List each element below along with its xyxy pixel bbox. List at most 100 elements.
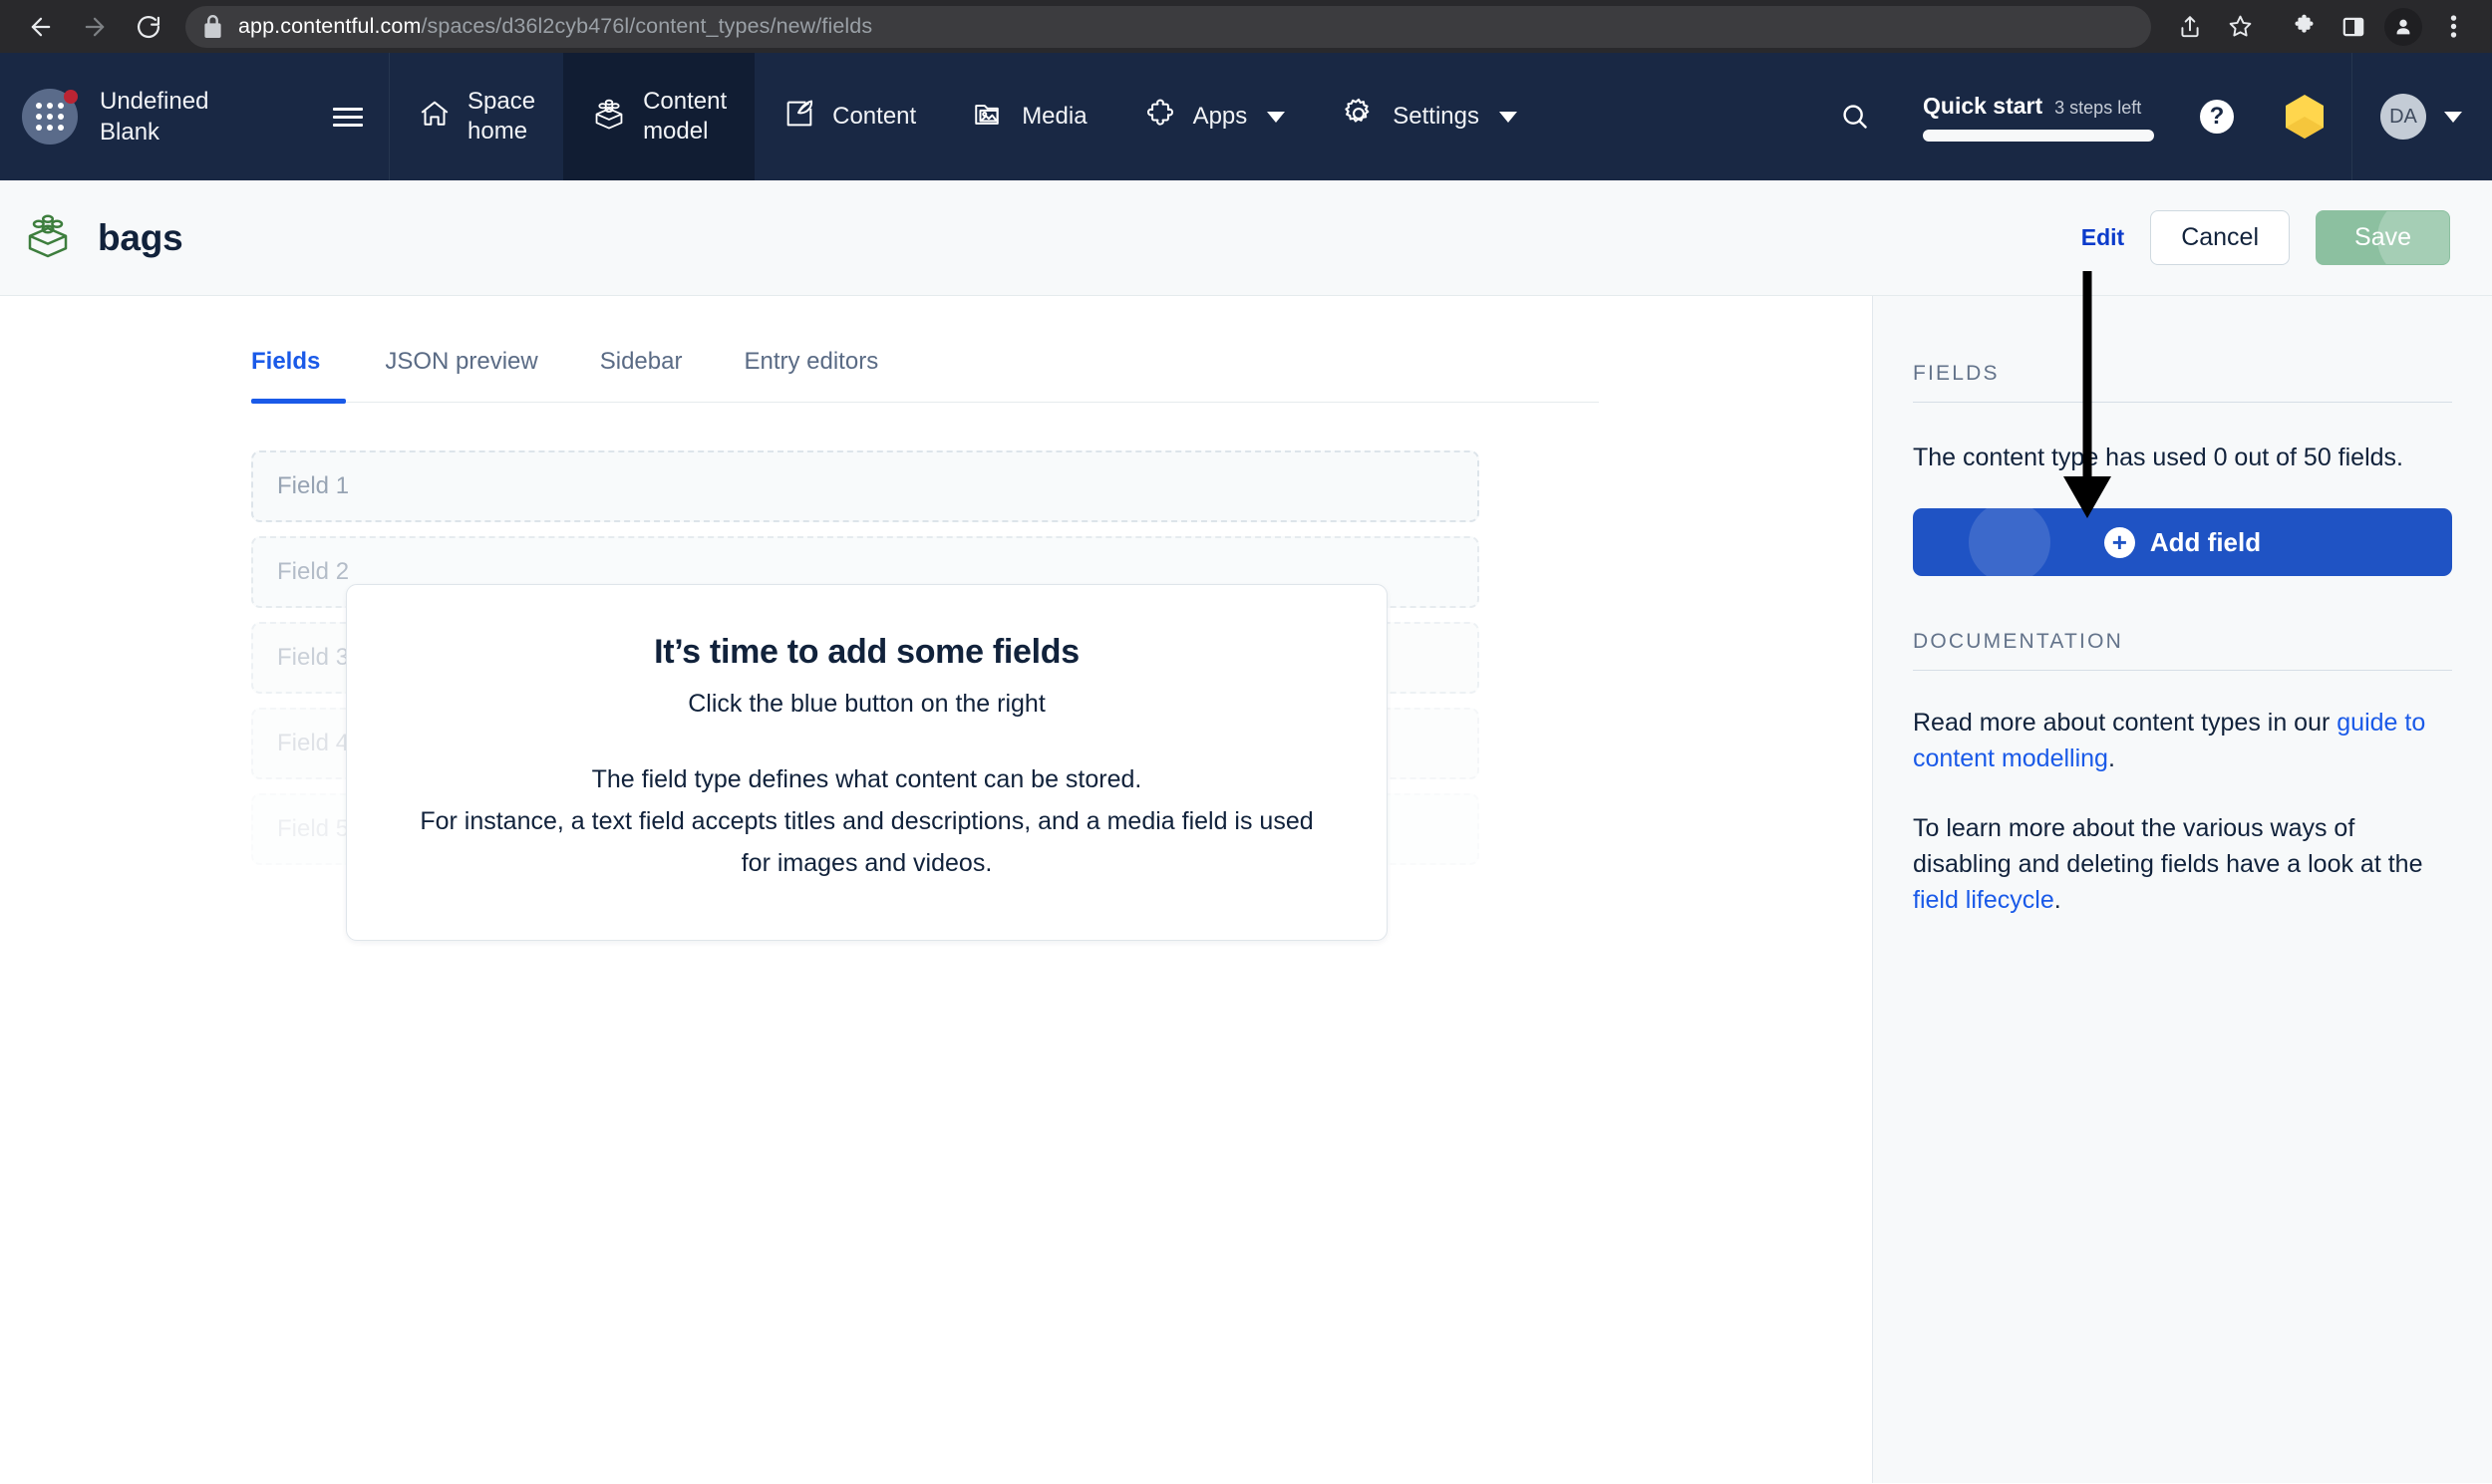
ghost-field-placeholder: Field 1 xyxy=(251,450,1479,522)
profile-avatar xyxy=(2384,7,2422,46)
chevron-down-icon xyxy=(2444,111,2462,123)
tab-json-preview[interactable]: JSON preview xyxy=(354,348,568,402)
content-pen-icon xyxy=(782,97,816,138)
bookmark-star-icon[interactable] xyxy=(2215,5,2265,49)
onboarding-card: It’s time to add some fields Click the b… xyxy=(346,584,1388,941)
nav-item-media-label: Media xyxy=(1022,103,1088,130)
edit-button[interactable]: Edit xyxy=(2081,224,2124,251)
hamburger-icon[interactable] xyxy=(333,107,363,127)
profile-icon[interactable] xyxy=(2378,5,2428,49)
space-name-line2: Blank xyxy=(100,119,160,146)
notification-badge xyxy=(64,90,78,104)
sidebar-documentation-heading: DOCUMENTATION xyxy=(1913,630,2452,671)
field-lifecycle-link[interactable]: field lifecycle xyxy=(1913,886,2054,914)
avatar: DA xyxy=(2380,94,2426,140)
field-usage-text: The content type has used 0 out of 50 fi… xyxy=(1913,444,2403,471)
contentful-hexagon-icon[interactable] xyxy=(2258,94,2351,140)
tab-entry-editors[interactable]: Entry editors xyxy=(713,348,909,402)
space-name-line1: Undefined xyxy=(100,88,209,115)
lock-icon xyxy=(203,15,222,38)
url-text: app.contentful.com/spaces/d36l2cyb476l/c… xyxy=(238,14,872,39)
quick-start-steps-left: 3 steps left xyxy=(2054,97,2142,118)
settings-gear-icon xyxy=(1341,96,1377,139)
content-model-brick-icon xyxy=(22,209,74,266)
nav-item-space-home-label: Space home xyxy=(467,87,535,147)
quick-start-progress-bar xyxy=(1923,129,2154,142)
app-grid-dots xyxy=(36,103,64,131)
doc-paragraph-1: Read more about content types in our gui… xyxy=(1913,705,2452,776)
nav-item-space-home[interactable]: Space home xyxy=(390,53,563,180)
help-button[interactable]: ? xyxy=(2176,100,2258,134)
address-bar[interactable]: app.contentful.com/spaces/d36l2cyb476l/c… xyxy=(185,5,2151,48)
app-grid-icon[interactable] xyxy=(22,89,78,145)
reload-icon[interactable] xyxy=(122,7,175,47)
page-body: Fields JSON preview Sidebar Entry editor… xyxy=(0,296,2492,1483)
share-icon[interactable] xyxy=(2165,5,2215,49)
nav-item-settings[interactable]: Settings xyxy=(1313,53,1545,180)
onboarding-subtitle: Click the blue button on the right xyxy=(688,690,1046,718)
chevron-down-icon xyxy=(1267,111,1286,123)
onboarding-title: It’s time to add some fields xyxy=(654,633,1080,671)
url-host: app.contentful.com xyxy=(238,14,422,38)
label-line2: model xyxy=(643,118,709,145)
add-field-button-label: Add field xyxy=(2149,526,2262,557)
nav-item-content-model-label: Content model xyxy=(643,87,727,147)
doc-para-2-suffix: . xyxy=(2053,886,2061,914)
doc-para-1-prefix: Read more about content types in our xyxy=(1913,709,2337,737)
search-icon[interactable] xyxy=(1813,101,1897,133)
onboarding-body-line2: For instance, a text field accepts title… xyxy=(420,807,1314,877)
app-top-navigation: Undefined Blank Space home Content model xyxy=(0,53,2492,180)
save-button[interactable]: Save xyxy=(2316,210,2450,265)
url-path: /spaces/d36l2cyb476l/content_types/new/f… xyxy=(421,14,873,38)
doc-para-1-suffix: . xyxy=(2107,744,2115,772)
add-field-button-ripple xyxy=(1969,508,2050,576)
doc-paragraph-2: To learn more about the various ways of … xyxy=(1913,810,2452,918)
quick-start-header: Quick start 3 steps left xyxy=(1923,93,2154,120)
nav-item-apps[interactable]: Apps xyxy=(1115,53,1314,180)
doc-para-2-prefix: To learn more about the various ways of … xyxy=(1913,814,2423,878)
label-line1: Content xyxy=(643,88,728,115)
browser-toolbar: app.contentful.com/spaces/d36l2cyb476l/c… xyxy=(0,0,2492,53)
apps-puzzle-icon xyxy=(1143,97,1177,138)
help-question-icon: ? xyxy=(2200,100,2234,134)
onboarding-body-line1: The field type defines what content can … xyxy=(591,765,1142,793)
save-button-ripple xyxy=(2377,211,2450,264)
space-name: Undefined Blank xyxy=(100,86,333,148)
browser-action-icons xyxy=(2165,5,2478,49)
page-header: bags Edit Cancel Save xyxy=(0,180,2492,296)
content-model-icon xyxy=(591,96,627,139)
back-arrow-icon[interactable] xyxy=(14,7,68,47)
onboarding-body: The field type defines what content can … xyxy=(407,758,1327,884)
right-sidebar: FIELDS The content type has used 0 out o… xyxy=(1872,296,2492,1483)
forward-arrow-icon[interactable] xyxy=(68,7,122,47)
plus-circle-icon: + xyxy=(2103,526,2135,558)
header-actions: Edit Cancel Save xyxy=(2081,210,2450,265)
nav-item-content-model[interactable]: Content model xyxy=(563,53,756,180)
documentation-section: DOCUMENTATION Read more about content ty… xyxy=(1913,630,2452,918)
page-title-group: bags xyxy=(22,209,183,266)
overflow-menu-icon[interactable] xyxy=(2428,5,2478,49)
media-image-icon xyxy=(972,97,1006,138)
nav-item-settings-label: Settings xyxy=(1393,103,1479,130)
quick-start-widget[interactable]: Quick start 3 steps left xyxy=(1897,93,2176,142)
content-type-tabs: Fields JSON preview Sidebar Entry editor… xyxy=(251,348,1599,404)
side-panel-icon[interactable] xyxy=(2329,5,2378,49)
nav-item-media[interactable]: Media xyxy=(944,53,1114,180)
page-title: bags xyxy=(98,216,183,258)
tab-sidebar[interactable]: Sidebar xyxy=(569,348,714,402)
nav-item-apps-label: Apps xyxy=(1192,103,1248,130)
main-content: Fields JSON preview Sidebar Entry editor… xyxy=(0,296,1872,1483)
extensions-puzzle-icon[interactable] xyxy=(2279,5,2329,49)
label-line1: Space xyxy=(467,88,536,115)
nav-items: Space home Content model Content Media A… xyxy=(390,53,2492,180)
chevron-down-icon xyxy=(1498,111,1517,123)
home-icon xyxy=(418,97,452,138)
user-menu[interactable]: DA xyxy=(2351,53,2492,180)
space-selector[interactable]: Undefined Blank xyxy=(0,53,390,180)
nav-item-content[interactable]: Content xyxy=(755,53,944,180)
cancel-button[interactable]: Cancel xyxy=(2150,210,2291,265)
tab-fields[interactable]: Fields xyxy=(251,348,354,404)
add-field-button[interactable]: + Add field xyxy=(1913,508,2452,576)
quick-start-title: Quick start xyxy=(1923,92,2043,119)
nav-right-group: Quick start 3 steps left ? DA xyxy=(1813,53,2492,180)
